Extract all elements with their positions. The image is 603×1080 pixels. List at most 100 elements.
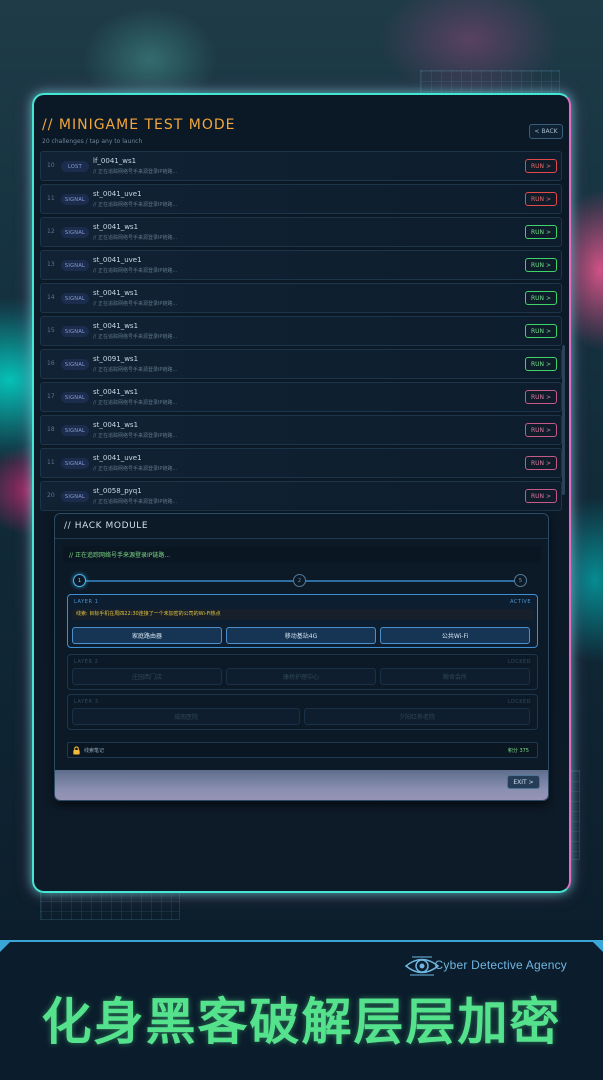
layer-state: ACTIVE xyxy=(510,599,531,605)
run-button[interactable]: RUN > xyxy=(525,192,557,206)
hack-module-title: // HACK MODULE xyxy=(64,521,149,531)
layer-label: LAYER 2 xyxy=(74,659,99,665)
hack-module-dialog: // HACK MODULE // 正在追踪网络号手来源登录IP链路... 1 … xyxy=(54,513,549,801)
challenge-row[interactable]: 14 SIGNAL st_0041_ws1 // 正在追踪网络号手来源登录IP链… xyxy=(40,283,562,313)
promo-slogan: 化身黑客破解层层加密 xyxy=(41,993,562,1051)
score-value: 积分 375 xyxy=(507,748,529,754)
row-number: 20 xyxy=(47,492,55,499)
option-locked: 庄园西门店 xyxy=(72,668,222,685)
row-number: 11 xyxy=(47,459,55,466)
minigame-window: // MINIGAME TEST MODE 20 challenges / ta… xyxy=(32,93,571,893)
option-home-router[interactable]: 家庭路由器 xyxy=(72,627,222,644)
banner-corner-right xyxy=(591,940,603,952)
run-button[interactable]: RUN > xyxy=(525,324,557,338)
row-number: 17 xyxy=(47,393,55,400)
list-scrollbar[interactable] xyxy=(562,345,565,495)
agency-name: Cyber Detective Agency xyxy=(434,958,567,972)
challenge-row[interactable]: 11 SIGNAL st_0041_uve1 // 正在追踪网络号手来源登录IP… xyxy=(40,448,562,478)
layer-state: LOCKED xyxy=(507,699,531,705)
run-button[interactable]: RUN > xyxy=(525,291,557,305)
progress-step: 5 xyxy=(514,574,527,587)
layer-1-panel: LAYER 1 ACTIVE 线索: 目标手机在周四22:30连接了一个未加密的… xyxy=(67,594,538,648)
row-name: st_0041_uve1 xyxy=(93,190,142,198)
row-name: st_0041_ws1 xyxy=(93,388,139,396)
row-badge: SIGNAL xyxy=(61,458,89,469)
row-badge: SIGNAL xyxy=(61,425,89,436)
option-locked: 城南医院 xyxy=(72,708,300,725)
row-number: 12 xyxy=(47,228,55,235)
row-description: // 正在追踪网络号手来源登录IP链路... xyxy=(93,499,178,505)
option-locked: 康桥护理中心 xyxy=(226,668,376,685)
row-description: // 正在追踪网络号手来源登录IP链路... xyxy=(93,202,178,208)
row-badge: LOST xyxy=(61,161,89,172)
run-button[interactable]: RUN > xyxy=(525,456,557,470)
row-badge: SIGNAL xyxy=(61,392,89,403)
row-number: 13 xyxy=(47,261,55,268)
run-button[interactable]: RUN > xyxy=(525,357,557,371)
run-button[interactable]: RUN > xyxy=(525,159,557,173)
option-locked: 夕阳红养老院 xyxy=(304,708,530,725)
row-description: // 正在追踪网络号手来源登录IP链路... xyxy=(93,367,178,373)
option-public-wifi[interactable]: 公共Wi-Fi xyxy=(380,627,530,644)
row-badge: SIGNAL xyxy=(61,293,89,304)
row-name: st_0041_ws1 xyxy=(93,421,139,429)
row-name: st_0041_ws1 xyxy=(93,289,139,297)
row-number: 10 xyxy=(47,162,55,169)
memo-bar: 线索笔记 积分 375 xyxy=(67,742,538,758)
option-locked: 鲸舍会所 xyxy=(380,668,530,685)
challenge-row[interactable]: 15 SIGNAL st_0041_ws1 // 正在追踪网络号手来源登录IP链… xyxy=(40,316,562,346)
challenge-row[interactable]: 11 SIGNAL st_0041_uve1 // 正在追踪网络号手来源登录IP… xyxy=(40,184,562,214)
option-mobile-4g[interactable]: 移动基站4G xyxy=(226,627,376,644)
clue-text: 线索: 目标手机在周四22:30连接了一个未加密的公司的Wi-Fi热点 xyxy=(72,609,534,620)
layer-label: LAYER 3 xyxy=(74,699,99,705)
banner-corner-left xyxy=(0,940,12,952)
row-badge: SIGNAL xyxy=(61,260,89,271)
status-text: // 正在追踪网络号手来源登录IP链路... xyxy=(69,552,171,559)
row-description: // 正在追踪网络号手来源登录IP链路... xyxy=(93,400,178,406)
row-number: 14 xyxy=(47,294,55,301)
progress-step: 1 xyxy=(73,574,86,587)
run-button[interactable]: RUN > xyxy=(525,258,557,272)
row-name: lf_0041_ws1 xyxy=(93,157,137,165)
challenge-row[interactable]: 16 SIGNAL st_0091_ws1 // 正在追踪网络号手来源登录IP链… xyxy=(40,349,562,379)
challenge-row[interactable]: 10 LOST lf_0041_ws1 // 正在追踪网络号手来源登录IP链路.… xyxy=(40,151,562,181)
row-description: // 正在追踪网络号手来源登录IP链路... xyxy=(93,301,178,307)
row-description: // 正在追踪网络号手来源登录IP链路... xyxy=(93,433,178,439)
challenge-list: 10 LOST lf_0041_ws1 // 正在追踪网络号手来源登录IP链路.… xyxy=(40,151,566,511)
layer-3-panel: LAYER 3 LOCKED 城南医院 夕阳红养老院 xyxy=(67,694,538,730)
back-button[interactable]: < BACK xyxy=(529,124,563,139)
run-button[interactable]: RUN > xyxy=(525,225,557,239)
divider xyxy=(55,538,548,539)
run-button[interactable]: RUN > xyxy=(525,423,557,437)
row-badge: SIGNAL xyxy=(61,359,89,370)
challenge-row[interactable]: 13 SIGNAL st_0041_uve1 // 正在追踪网络号手来源登录IP… xyxy=(40,250,562,280)
row-description: // 正在追踪网络号手来源登录IP链路... xyxy=(93,334,178,340)
row-description: // 正在追踪网络号手来源登录IP链路... xyxy=(93,169,178,175)
row-name: st_0041_uve1 xyxy=(93,256,142,264)
row-badge: SIGNAL xyxy=(61,491,89,502)
row-name: st_0041_ws1 xyxy=(93,322,139,330)
challenge-row[interactable]: 20 SIGNAL st_0058_pyq1 // 正在追踪网络号手来源登录IP… xyxy=(40,481,562,511)
run-button[interactable]: RUN > xyxy=(525,390,557,404)
window-header: // MINIGAME TEST MODE 20 challenges / ta… xyxy=(42,117,563,153)
run-button[interactable]: RUN > xyxy=(525,489,557,503)
row-number: 16 xyxy=(47,360,55,367)
status-bar: // 正在追踪网络号手来源登录IP链路... xyxy=(63,546,541,563)
memo-label[interactable]: 线索笔记 xyxy=(84,747,104,754)
lock-icon xyxy=(73,746,80,755)
layer-label: LAYER 1 xyxy=(74,599,99,605)
row-number: 15 xyxy=(47,327,55,334)
challenge-row[interactable]: 12 SIGNAL st_0041_ws1 // 正在追踪网络号手来源登录IP链… xyxy=(40,217,562,247)
challenge-row[interactable]: 17 SIGNAL st_0041_ws1 // 正在追踪网络号手来源登录IP链… xyxy=(40,382,562,412)
row-number: 18 xyxy=(47,426,55,433)
row-description: // 正在追踪网络号手来源登录IP链路... xyxy=(93,466,178,472)
page-title: // MINIGAME TEST MODE xyxy=(42,117,236,133)
layer-progress: 1 2 5 xyxy=(73,574,527,588)
row-description: // 正在追踪网络号手来源登录IP链路... xyxy=(93,268,178,274)
row-badge: SIGNAL xyxy=(61,326,89,337)
challenge-row[interactable]: 18 SIGNAL st_0041_ws1 // 正在追踪网络号手来源登录IP链… xyxy=(40,415,562,445)
dialog-footer xyxy=(55,770,548,800)
page-subtitle: 20 challenges / tap any to launch xyxy=(42,138,143,145)
layer-2-panel: LAYER 2 LOCKED 庄园西门店 康桥护理中心 鲸舍会所 xyxy=(67,654,538,690)
exit-button[interactable]: EXIT > xyxy=(507,775,540,789)
